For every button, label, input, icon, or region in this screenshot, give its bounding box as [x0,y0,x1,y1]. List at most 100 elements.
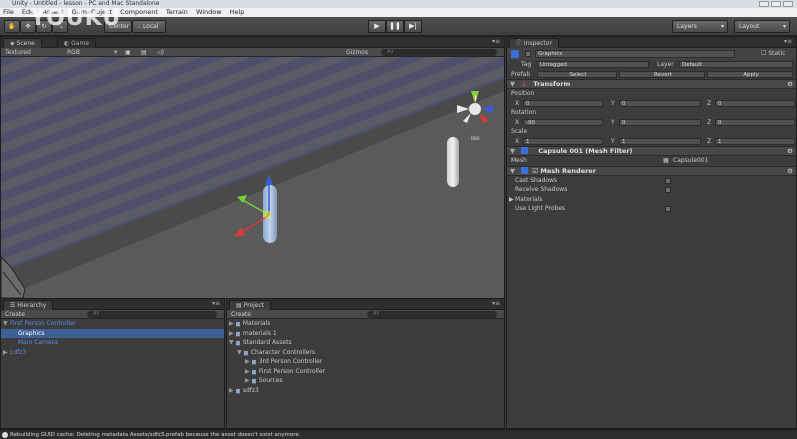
position-label-row: Position [507,89,796,99]
minimize-button[interactable] [759,1,769,7]
mesh-asset-icon: ▦ [663,157,669,164]
audio-toggle-icon[interactable]: ◁) [157,48,164,57]
collapsed-arrow-icon[interactable]: ▶ [245,357,252,367]
position-z-field[interactable]: 0 [715,99,795,107]
light-probes-checkbox[interactable] [665,206,671,212]
tab-game[interactable]: ◐ Game [57,38,97,48]
scene-viewport[interactable]: Iso [1,57,504,298]
menu-component[interactable]: Component [120,8,158,17]
mesh-value[interactable]: Capsule001 [673,156,708,166]
overlay-toggle-icon[interactable]: ▣ [125,48,131,57]
scale-x-label: X [515,137,520,145]
project-tree-item[interactable]: ▼ ▆ Character Controllers [227,348,504,358]
tag-dropdown[interactable]: Untagged [537,61,649,68]
pause-button[interactable]: ❚❚ [386,20,404,33]
layers-dropdown[interactable]: Layers ▾ [672,20,728,33]
collapsed-arrow-icon[interactable]: ▶ [3,348,10,358]
lighting-toggle-icon[interactable]: ☀ [113,48,118,57]
project-search-input[interactable]: All [367,311,497,318]
collapsed-arrow-icon[interactable]: ▶ [229,329,236,339]
settings-icon[interactable]: ⚙ [787,167,793,176]
hierarchy-search-input[interactable]: All [87,311,217,318]
render-mode-dropdown[interactable]: Textured [5,49,31,56]
collapsed-arrow-icon[interactable]: ▶ [245,367,252,377]
collapsed-arrow-icon[interactable]: ▶ [229,319,236,329]
panel-menu-icon[interactable]: ▾≡ [784,38,792,45]
scene-search-input[interactable]: All [381,49,497,56]
project-tree-item[interactable]: ▶ ▆ materials 1 [227,329,504,339]
hierarchy-tree-item[interactable]: ▼ First Person Controller [1,319,224,329]
foldout-icon[interactable]: ▼ [510,147,515,156]
expanded-arrow-icon[interactable]: ▼ [3,319,10,329]
hierarchy-tree-item[interactable]: Graphics [1,328,224,338]
tab-inspector-label: Inspector [523,40,552,47]
layer-dropdown[interactable]: Default [679,61,793,68]
prefab-select-button[interactable]: Select [537,70,617,78]
tab-hierarchy[interactable]: ☰ Hierarchy [3,300,54,310]
foldout-icon[interactable]: ▼ [510,80,515,89]
scale-x-field[interactable]: 1 [523,137,603,145]
step-button[interactable]: ▶| [404,20,422,33]
project-tree-item[interactable]: ▶ ▆ 3rd Person Controller [227,357,504,367]
panel-menu-icon[interactable]: ▾≡ [492,300,500,307]
panel-menu-icon[interactable]: ▾≡ [492,38,500,45]
mesh-filter-header[interactable]: ▼ Capsule 001 (Mesh Filter) ⚙ [507,146,796,156]
position-y-field[interactable]: 0 [619,99,701,107]
materials-foldout-icon[interactable]: ▶ [509,195,514,205]
menu-help[interactable]: Help [230,8,245,17]
project-tree-item[interactable]: ▶ ▆ sdfz3 [227,386,504,396]
tab-scene[interactable]: ◈ Scene [3,38,42,48]
position-x-field[interactable]: 0 [523,99,603,107]
settings-icon[interactable]: ⚙ [787,80,793,89]
expanded-arrow-icon[interactable]: ▼ [237,348,244,358]
panel-menu-icon[interactable]: ▾≡ [212,300,220,307]
maximize-button[interactable] [771,1,781,7]
hierarchy-tree-item[interactable]: Main Camera [1,338,224,348]
materials-row[interactable]: ▶ Materials [507,195,796,205]
rotation-z-field[interactable]: 0 [715,118,795,126]
collapsed-arrow-icon[interactable]: ▶ [245,376,252,386]
pivot-local-button[interactable]: ⟂ Local [132,20,166,33]
gizmos-dropdown[interactable]: Gizmos [346,48,368,57]
scene-toolbar: Textured RGB ☀ ▣ ▤ ◁) Gizmos All [1,48,504,57]
menu-terrain[interactable]: Terrain [166,8,188,17]
play-button[interactable]: ▶ [368,20,386,33]
foldout-icon[interactable]: ▼ [510,167,515,176]
tab-inspector[interactable]: ⓘ Inspector [509,38,559,48]
receive-shadows-checkbox[interactable] [665,187,671,193]
project-tree-item[interactable]: ▶ ▆ Sources [227,376,504,386]
prefab-apply-button[interactable]: Apply [707,70,793,78]
collapsed-arrow-icon[interactable]: ▶ [229,386,236,396]
hierarchy-tree-item[interactable]: ▶ cdfz3 [1,348,224,358]
image-toggle-icon[interactable]: ▤ [141,48,147,57]
hand-tool-button[interactable]: ✋ [4,20,20,33]
color-mode-dropdown[interactable]: RGB [67,48,80,57]
tab-project[interactable]: ▤ Project [229,300,272,310]
status-bar[interactable]: Rebuilding GUID cache: Deleting metadata… [0,429,797,439]
rotation-x-field[interactable]: -90 [523,118,603,126]
object-name-field[interactable]: Graphics [535,50,735,58]
local-axis-icon: ⟂ [137,23,142,30]
static-checkbox-icon[interactable]: ☐ [761,50,766,57]
menu-window[interactable]: Window [196,8,222,17]
project-tree-item[interactable]: ▶ ▆ First Person Controller [227,367,504,377]
expanded-arrow-icon[interactable]: ▼ [229,338,236,348]
scale-y-field[interactable]: 1 [619,137,701,145]
layout-dropdown[interactable]: Layout ▾ [734,20,790,33]
close-button[interactable] [783,1,793,7]
scale-label-row: Scale [507,127,796,137]
scale-z-field[interactable]: 1 [715,137,795,145]
project-create-dropdown[interactable]: Create [231,311,251,318]
active-checkbox[interactable] [525,51,531,57]
cast-shadows-checkbox[interactable] [665,177,671,184]
rotation-y-field[interactable]: 0 [619,118,701,126]
prefab-revert-button[interactable]: Revert [619,70,705,78]
menu-file[interactable]: File [3,8,14,17]
mesh-renderer-header[interactable]: ▼ ☑ Mesh Renderer ⚙ [507,165,796,176]
capsule-object [447,137,459,187]
project-tree-item[interactable]: ▼ ▆ Standard Assets [227,338,504,348]
transform-header[interactable]: ▼ ⊥ Transform ⚙ [507,79,796,89]
settings-icon[interactable]: ⚙ [787,147,793,156]
hierarchy-create-dropdown[interactable]: Create [5,311,25,318]
project-tree-item[interactable]: ▶ ▆ Materials [227,319,504,329]
